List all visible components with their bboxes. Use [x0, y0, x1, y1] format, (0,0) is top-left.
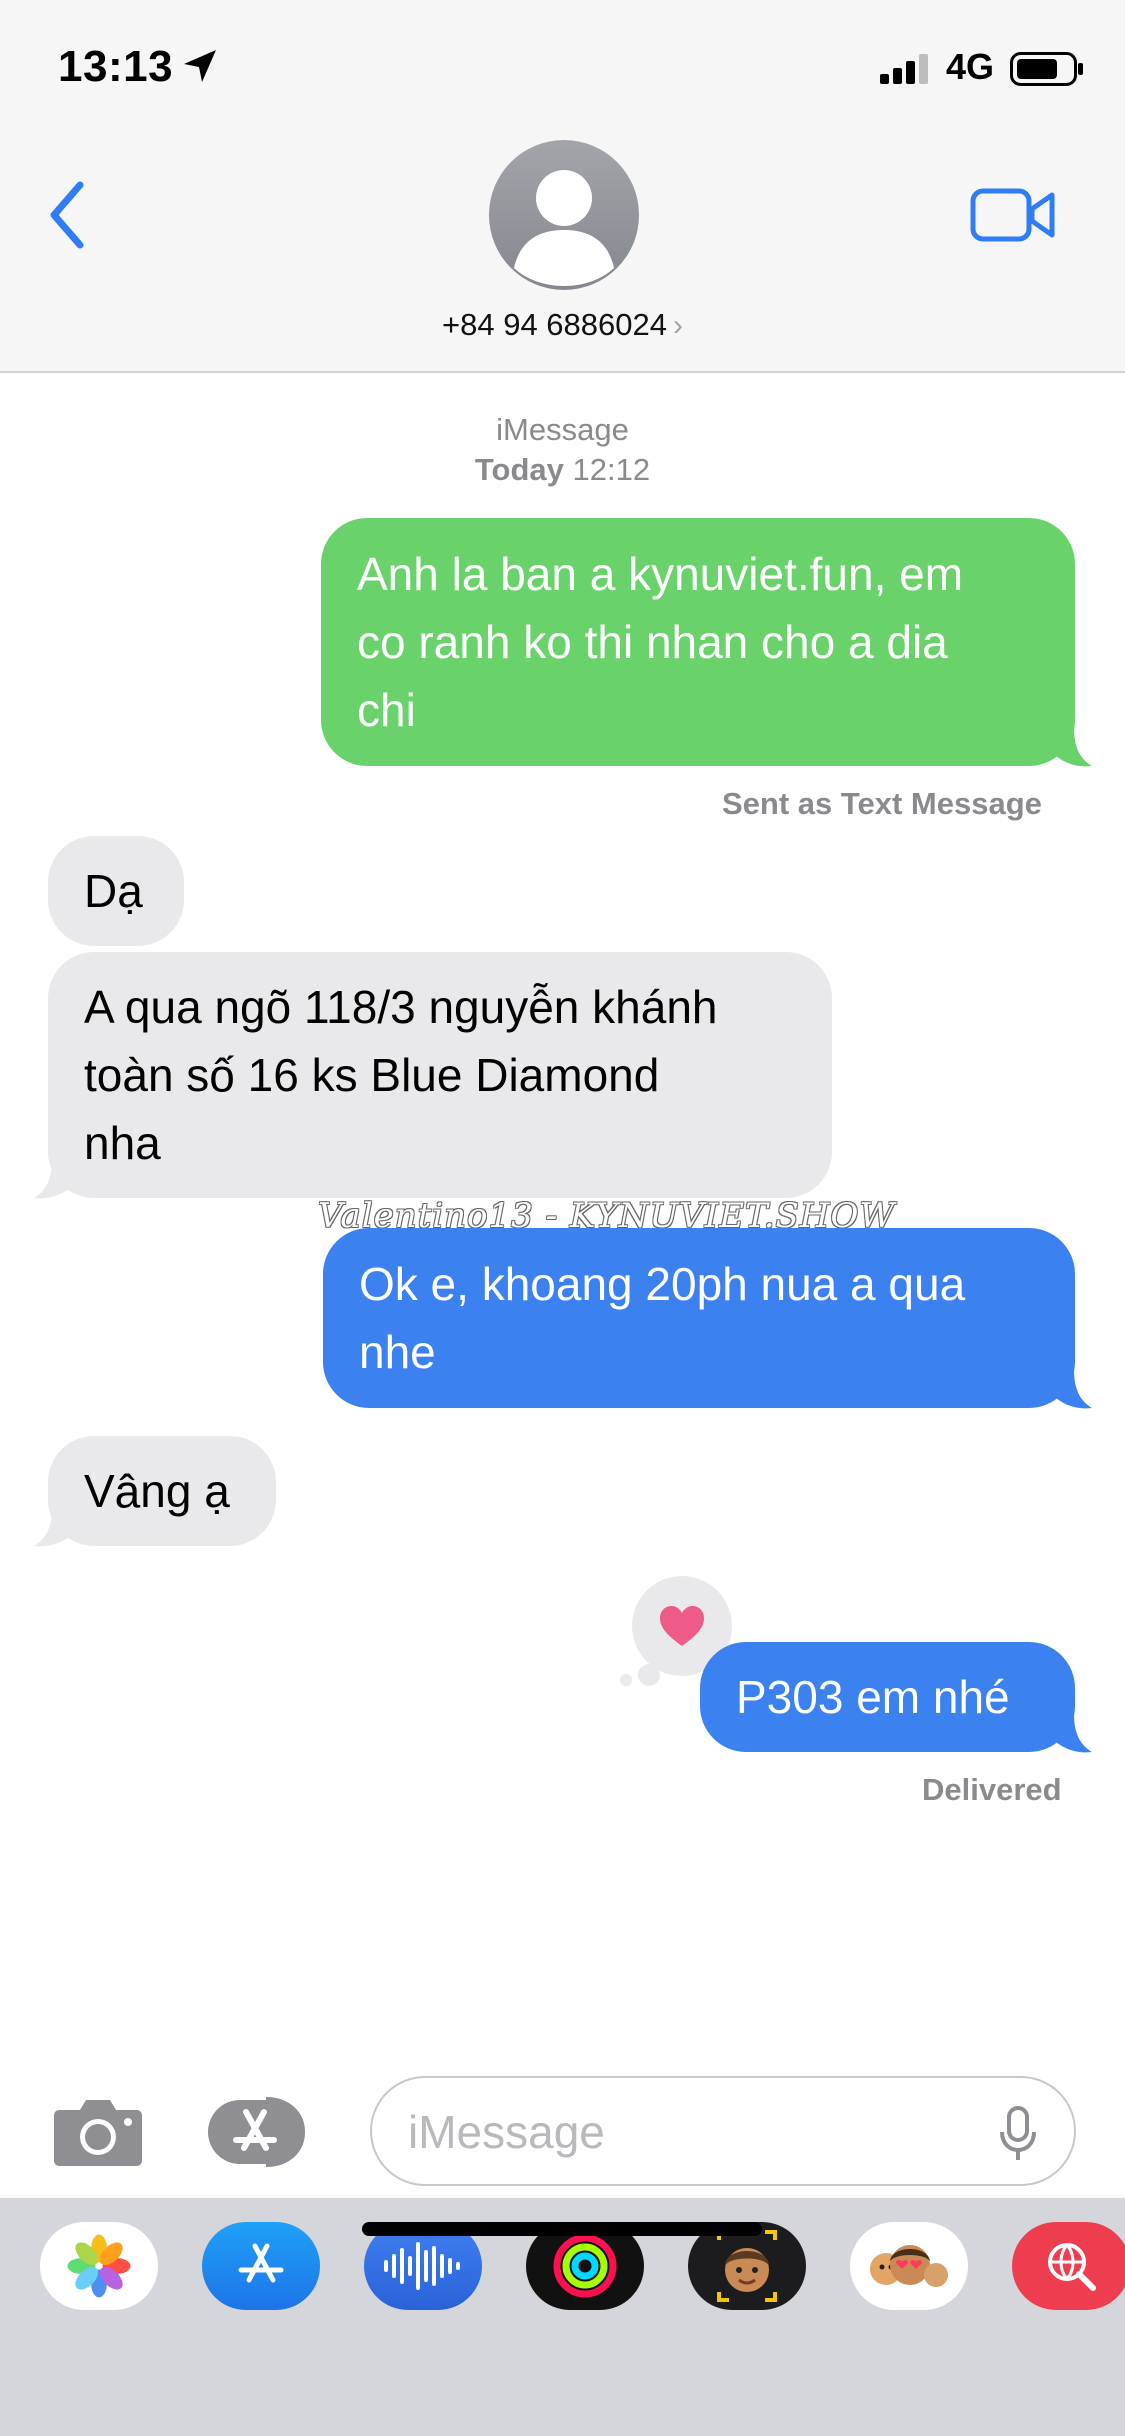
- person-silhouette-icon: [514, 170, 614, 286]
- bubble-tail: [1054, 1714, 1092, 1753]
- sent-as-text-note: Sent as Text Message: [722, 786, 1042, 821]
- microphone-icon[interactable]: [998, 2106, 1038, 2162]
- message-line: toàn số 16 ks Blue Diamond: [84, 1049, 660, 1101]
- sent-imessage-bubble[interactable]: Ok e, khoang 20ph nua a qua nhe: [323, 1228, 1075, 1408]
- status-bar: 13:13 4G: [0, 0, 1125, 140]
- contact-avatar[interactable]: [489, 140, 639, 290]
- back-button[interactable]: [40, 175, 100, 255]
- received-message-bubble[interactable]: A qua ngõ 118/3 nguyễn khánh toàn số 16 …: [48, 952, 832, 1198]
- message-line: Anh la ban a kynuviet.fun, em: [357, 548, 964, 600]
- message-line: nhe: [359, 1326, 436, 1378]
- received-message-bubble[interactable]: Vâng ạ: [48, 1436, 276, 1546]
- message-line: Vâng ạ: [84, 1465, 230, 1517]
- message-line: chi: [357, 684, 416, 736]
- location-arrow-icon: [184, 50, 216, 82]
- message-line: Ok e, khoang 20ph nua a qua: [359, 1258, 966, 1310]
- app-store-a-icon: [238, 2243, 284, 2283]
- cellular-signal-icon: [880, 54, 928, 84]
- memoji-stickers-icon: [870, 2245, 948, 2287]
- home-indicator[interactable]: [362, 2222, 762, 2236]
- bubble-tail: [34, 1508, 72, 1547]
- chevron-right-icon: ›: [672, 309, 683, 342]
- bubble-tail: [1054, 1370, 1092, 1409]
- bubble-tail: [1054, 728, 1092, 767]
- camera-button[interactable]: [52, 2096, 144, 2168]
- memoji-stickers-app-icon[interactable]: [850, 2222, 968, 2310]
- message-line: nha: [84, 1117, 161, 1169]
- message-input[interactable]: [408, 2100, 968, 2164]
- bubble-tail: [34, 1160, 72, 1199]
- app-store-apps-button[interactable]: [206, 2096, 320, 2168]
- app-store-app-icon[interactable]: [202, 2222, 320, 2310]
- battery-icon: [1010, 52, 1083, 86]
- timestamp-day: Today: [474, 452, 564, 487]
- sent-imessage-bubble[interactable]: P303 em nhé: [700, 1642, 1075, 1752]
- activity-rings-icon: [553, 2234, 617, 2298]
- received-message-bubble[interactable]: Dạ: [48, 836, 184, 946]
- photos-flower-icon: [67, 2234, 131, 2298]
- contact-name-button[interactable]: +84 94 6886024 ›: [0, 307, 1125, 343]
- message-input-field[interactable]: [370, 2076, 1076, 2186]
- contact-number: +84 94 6886024: [442, 307, 667, 342]
- globe-search-icon: [1048, 2243, 1096, 2291]
- message-timestamp: Today 12:12: [0, 452, 1125, 488]
- images-search-app-icon[interactable]: [1012, 2222, 1125, 2310]
- delivered-status: Delivered: [922, 1772, 1062, 1807]
- heart-icon: [660, 1606, 704, 1646]
- network-type: 4G: [946, 46, 995, 87]
- message-line: P303 em nhé: [736, 1671, 1010, 1723]
- sent-sms-bubble[interactable]: Anh la ban a kynuviet.fun, em co ranh ko…: [321, 518, 1075, 766]
- facetime-video-button[interactable]: [970, 185, 1056, 245]
- service-label: iMessage: [496, 412, 629, 447]
- message-line: A qua ngõ 118/3 nguyễn khánh: [84, 981, 718, 1033]
- photos-app-icon[interactable]: [40, 2222, 158, 2310]
- message-line: co ranh ko thi nhan cho a dia: [357, 616, 948, 668]
- timestamp-time: 12:12: [572, 452, 651, 487]
- conversation-header: 13:13 4G +84 94 6886024 ›: [0, 0, 1125, 373]
- memoji-face-icon: [717, 2230, 777, 2302]
- status-time: 13:13: [58, 42, 174, 91]
- message-line: Dạ: [84, 865, 143, 917]
- tapback-dot: [620, 1674, 632, 1686]
- sound-wave-icon: [384, 2242, 460, 2290]
